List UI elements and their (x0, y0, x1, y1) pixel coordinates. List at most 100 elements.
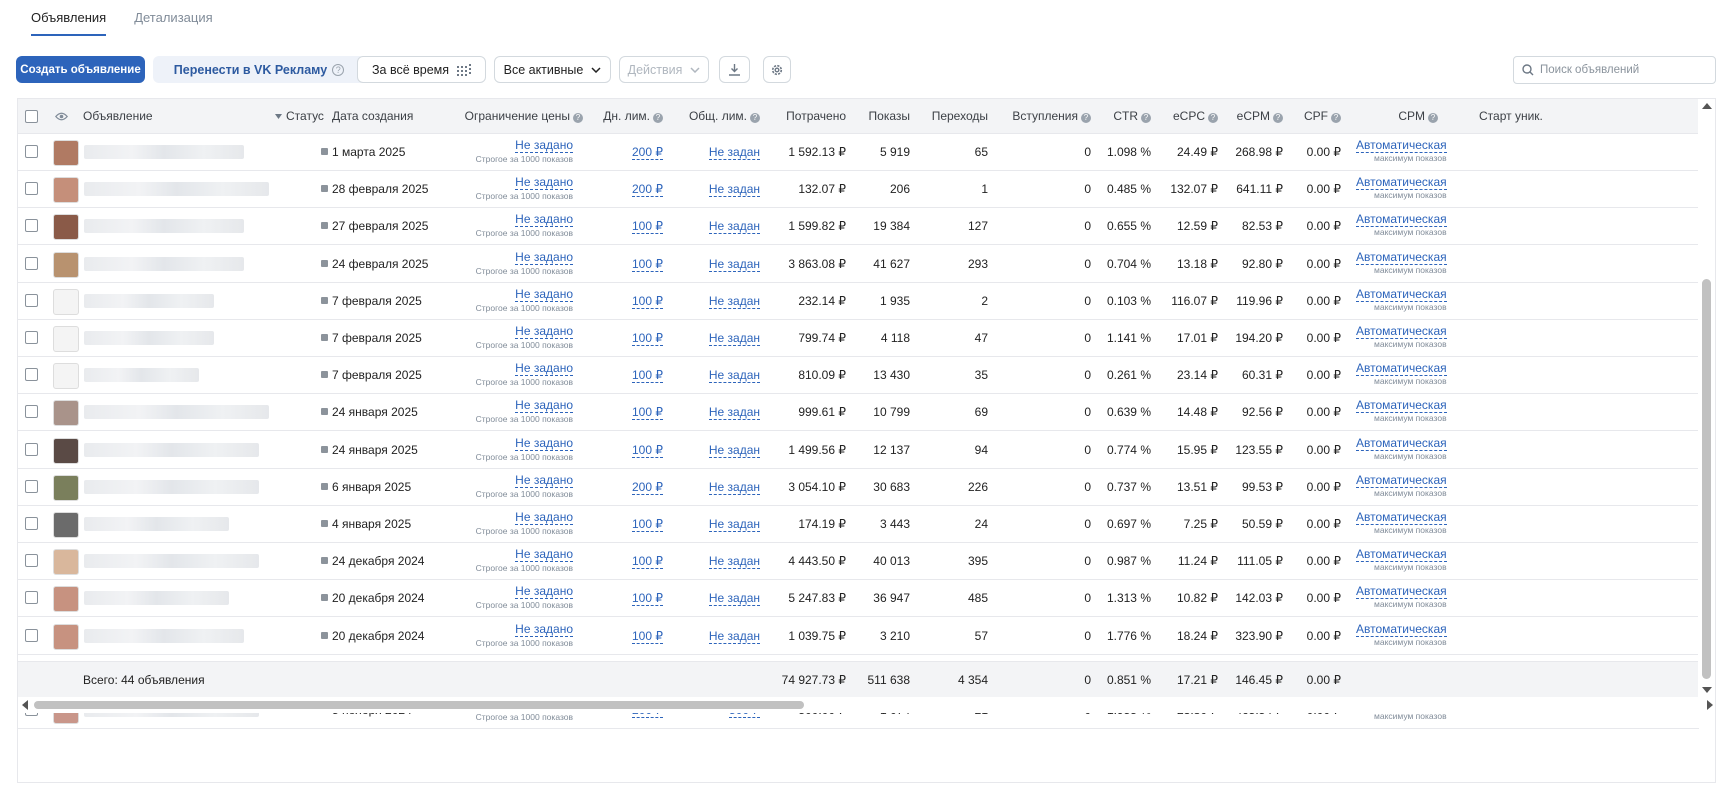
table-row[interactable]: 24 января 2025 Не задано Строгое за 1000 п… (18, 394, 1699, 432)
daily-limit-link[interactable]: 100 ₽ (632, 591, 663, 607)
ad-name-blurred[interactable] (84, 405, 269, 420)
total-limit-link[interactable]: Не задан (708, 443, 760, 458)
row-checkbox[interactable] (25, 554, 38, 568)
daily-limit-link[interactable]: 200 ₽ (632, 182, 663, 198)
ad-name-blurred[interactable] (84, 331, 214, 345)
col-daily-limit[interactable]: Дн. лим.? (588, 99, 663, 134)
row-checkbox[interactable] (25, 219, 38, 233)
price-limit-link[interactable]: Не задано (515, 138, 573, 153)
table-row[interactable]: 1 марта 2025 Не задано Строгое за 1000 пок… (18, 134, 1699, 171)
price-limit-link[interactable]: Не задано (515, 622, 573, 637)
cpm-strategy-link[interactable]: Автоматическая (1356, 175, 1447, 191)
table-row[interactable]: 7 февраля 2025 Не задано Строгое за 1000 п… (18, 320, 1699, 357)
row-checkbox[interactable] (25, 331, 38, 344)
col-cpf[interactable]: CPF? (1288, 99, 1341, 134)
actions-dropdown[interactable]: Действия (619, 56, 709, 83)
ad-name-blurred[interactable] (84, 219, 244, 234)
price-limit-link[interactable]: Не задано (515, 473, 573, 488)
ad-name-blurred[interactable] (84, 182, 269, 197)
ad-thumbnail[interactable] (53, 177, 79, 204)
price-limit-link[interactable]: Не задано (515, 361, 573, 377)
col-spent[interactable]: Потрачено (766, 99, 846, 134)
settings-button[interactable] (763, 56, 791, 83)
daily-limit-link[interactable]: 100 ₽ (632, 629, 663, 644)
cpm-strategy-link[interactable]: Автоматическая (1356, 398, 1447, 414)
col-date[interactable]: Дата создания (332, 99, 413, 134)
ad-thumbnail[interactable] (53, 549, 79, 576)
price-limit-link[interactable]: Не задано (515, 287, 573, 302)
total-limit-link[interactable]: Не задан (708, 257, 760, 272)
price-limit-link[interactable]: Не задано (515, 398, 573, 414)
row-checkbox[interactable] (25, 293, 38, 307)
scroll-up-icon[interactable] (1702, 103, 1712, 109)
price-limit-link[interactable]: Не задано (515, 212, 573, 228)
col-joins[interactable]: Вступления? (993, 99, 1091, 134)
create-ad-button[interactable]: Создать объявление (16, 56, 145, 83)
col-price-limit[interactable]: Ограничение цены? (438, 99, 583, 134)
table-row[interactable]: 24 января 2025 Не задано Строгое за 1000 п… (18, 432, 1699, 469)
total-limit-link[interactable]: Не задан (708, 405, 760, 421)
sort-desc-icon[interactable] (275, 99, 285, 134)
price-limit-link[interactable]: Не задано (515, 584, 573, 600)
ad-thumbnail[interactable] (53, 623, 79, 650)
total-limit-link[interactable]: Не задан (708, 331, 760, 346)
scroll-right-icon[interactable] (1707, 700, 1713, 710)
vertical-scrollbar[interactable] (1698, 99, 1715, 697)
total-limit-link[interactable]: Не задан (708, 480, 760, 495)
search-box[interactable] (1513, 56, 1716, 84)
row-checkbox[interactable] (25, 182, 38, 196)
total-limit-link[interactable]: Не задан (708, 629, 760, 644)
col-total-limit[interactable]: Общ. лим.? (678, 99, 760, 134)
cpm-strategy-link[interactable]: Автоматическая (1356, 547, 1447, 563)
daily-limit-link[interactable]: 200 ₽ (632, 145, 663, 160)
price-limit-link[interactable]: Не задано (515, 510, 573, 525)
table-row[interactable]: 7 февраля 2025 Не задано Строгое за 1000 п… (18, 357, 1699, 395)
row-checkbox[interactable] (25, 256, 38, 270)
ad-name-blurred[interactable] (84, 293, 214, 308)
col-start[interactable]: Старт уник. (1479, 99, 1543, 134)
total-limit-link[interactable]: Не задан (708, 517, 760, 532)
col-ecpc[interactable]: eCPC? (1158, 99, 1218, 134)
daily-limit-link[interactable]: 100 ₽ (632, 331, 663, 346)
table-row[interactable]: 6 января 2025 Не задано Строгое за 1000 по… (18, 469, 1699, 506)
daily-limit-link[interactable]: 100 ₽ (632, 554, 663, 570)
table-row[interactable]: 7 февраля 2025 Не задано Строгое за 1000 п… (18, 283, 1699, 320)
ad-thumbnail[interactable] (53, 586, 79, 613)
price-limit-link[interactable]: Не задано (515, 250, 573, 265)
cpm-strategy-link[interactable]: Автоматическая (1356, 473, 1447, 488)
col-cpm[interactable]: CPM? (1358, 99, 1438, 134)
table-row[interactable]: 28 февраля 2025 Не задано Строгое за 1000 … (18, 171, 1699, 209)
table-row[interactable]: 24 февраля 2025 Не задано Строгое за 1000 … (18, 246, 1699, 283)
total-limit-link[interactable]: Не задан (708, 219, 760, 235)
horizontal-scrollbar[interactable] (18, 697, 1715, 713)
ad-thumbnail[interactable] (53, 214, 79, 241)
row-checkbox[interactable] (25, 517, 38, 530)
ad-name-blurred[interactable] (84, 628, 244, 643)
daily-limit-link[interactable]: 100 ₽ (632, 294, 663, 309)
row-checkbox[interactable] (25, 145, 38, 158)
daily-limit-link[interactable]: 100 ₽ (632, 368, 663, 384)
table-row[interactable]: 27 февраля 2025 Не задано Строгое за 1000 … (18, 208, 1699, 246)
ad-thumbnail[interactable] (53, 363, 79, 390)
period-select[interactable]: За всё время (357, 56, 486, 83)
row-checkbox[interactable] (25, 405, 38, 419)
download-button[interactable] (719, 56, 750, 83)
horizontal-scroll-thumb[interactable] (34, 701, 804, 709)
ad-name-blurred[interactable] (84, 368, 199, 383)
select-all-checkbox[interactable] (25, 110, 38, 123)
total-limit-link[interactable]: Не задан (708, 368, 760, 384)
col-impressions[interactable]: Показы (850, 99, 910, 134)
col-ctr[interactable]: CTR? (1098, 99, 1151, 134)
ad-name-blurred[interactable] (84, 479, 259, 494)
ad-thumbnail[interactable] (53, 326, 79, 352)
scroll-down-icon[interactable] (1702, 687, 1712, 693)
ad-name-blurred[interactable] (84, 554, 259, 569)
table-row[interactable]: 20 декабря 2024 Не задано Строгое за 1000 … (18, 618, 1699, 655)
daily-limit-link[interactable]: 200 ₽ (632, 480, 663, 495)
ad-name-blurred[interactable] (84, 591, 229, 606)
ad-thumbnail[interactable] (53, 140, 79, 166)
table-row[interactable]: 24 декабря 2024 Не задано Строгое за 1000 … (18, 543, 1699, 581)
cpm-strategy-link[interactable]: Автоматическая (1356, 287, 1447, 302)
col-ad[interactable]: Объявление (83, 99, 153, 134)
row-checkbox[interactable] (25, 368, 38, 382)
